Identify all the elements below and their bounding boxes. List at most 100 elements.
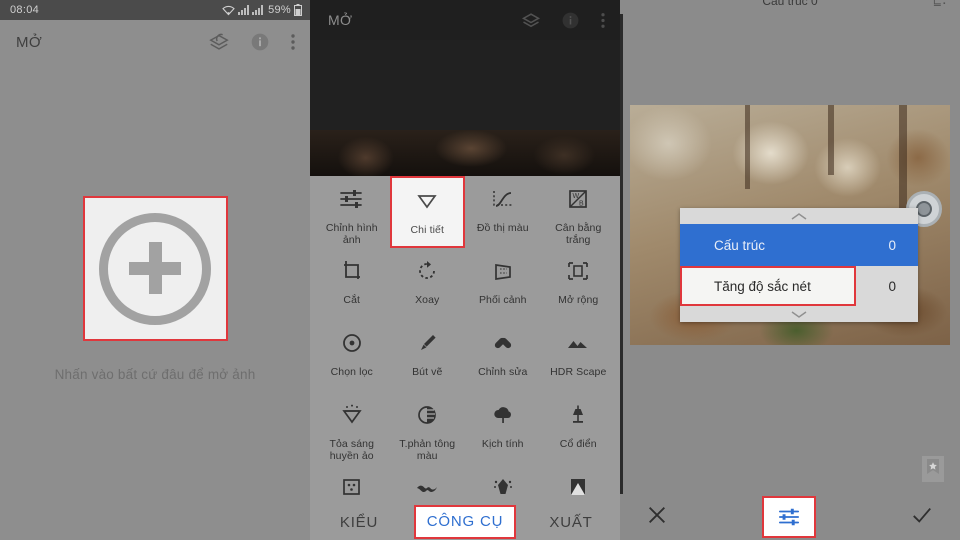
photo-detail-bar-1 [745,105,751,189]
tool-label: Bút vẽ [412,366,443,378]
tool-label: Chọn lọc [330,366,373,378]
selective-icon [339,328,365,358]
open-screen-body: Nhấn vào bất cứ đâu để mở ảnh [0,64,310,540]
tool-label: HDR Scape [550,366,607,378]
tool-cat[interactable]: Cắt [314,248,390,320]
three-panel-tutorial-screenshot: 08:04 59% MỞ Nhấn vào bất cứ đâu để mở ả… [0,0,960,540]
tool-label: Cân bằng trắng [555,222,602,247]
tool-can-bang-trang[interactable]: W B Cân bằng trắng [541,176,617,248]
detail-header-right-icon: ⊑⠄ [932,0,950,8]
tool-label: Đồ thị màu [476,222,529,234]
tool-nhieu-goc-nhin[interactable]: Nhiều góc nhìn [390,464,466,504]
tool-phoi-canh[interactable]: Phối cảnh [465,248,541,320]
tools-grid: Chỉnh hình ảnh Chi tiết Đồ thị màu W B C… [310,176,620,504]
glamour-glow-icon [339,400,365,430]
popup-row-cau-truc[interactable]: Cấu trúc 0 [680,224,918,266]
tool-diem-nhan[interactable]: Điểm nhấn [314,464,390,504]
info-icon[interactable] [561,11,580,30]
detail-lower-area [630,345,950,494]
tool-chinh-sua[interactable]: Chỉnh sửa [465,320,541,392]
bookmark-star-icon[interactable] [922,456,944,482]
tool-hdr-scape[interactable]: HDR Scape [541,320,617,392]
tool-label: Cắt [343,294,361,306]
app-bar-title-open: MỞ [16,33,43,51]
tool-toa-sang-huyen-ao[interactable]: Tỏa sáng huyền ảo [314,392,390,464]
drama-cloud-icon [490,400,516,430]
tool-den-trang[interactable]: Đen trắng [541,464,617,504]
adjust-sliders-button[interactable] [762,496,816,538]
tab-xuat[interactable]: XUẤT [522,514,620,531]
tonal-contrast-icon [414,400,440,430]
chevron-up-icon[interactable] [680,208,918,224]
battery-icon [294,4,302,16]
close-x-icon[interactable] [646,504,668,531]
svg-text:B: B [579,201,584,208]
tool-kich-tinh[interactable]: Kịch tính [465,392,541,464]
healing-icon [490,328,516,358]
detail-spacer [620,14,960,105]
panel-divider [620,0,623,540]
app-bar-tools: MỞ [310,0,620,40]
popup-row-tang-do-sac-net[interactable]: Tăng độ sắc nét [680,266,856,306]
tool-label: Mở rộng [558,294,599,306]
detail-parameter-popup: Cấu trúc 0 Tăng độ sắc nét 0 [680,208,918,322]
rotate-icon [414,256,440,286]
svg-text:W: W [573,193,580,200]
detail-header-strip: Cấu trúc 0 ⊑⠄ [620,0,960,14]
grainy-film-icon [339,472,365,502]
signal-bars-icon-1 [238,5,250,15]
overflow-menu-icon[interactable] [600,11,606,30]
sliders-icon [778,508,800,526]
layers-icon[interactable] [208,31,230,53]
check-icon[interactable] [910,504,934,531]
tool-label: Kịch tính [481,438,524,450]
sliders-icon [339,184,365,214]
open-hint-text: Nhấn vào bất cứ đâu để mở ảnh [54,367,256,382]
signal-bars-icon-2 [252,5,264,15]
tool-xoay[interactable]: Xoay [390,248,466,320]
expand-icon [565,256,591,286]
grunge-icon [490,472,516,502]
popup-row-value: 0 [888,237,896,253]
tool-label: Cổ điển [559,438,597,450]
curve-icon [490,184,516,214]
chevron-down-icon[interactable] [680,306,918,322]
tool-grunge[interactable]: Grunge [465,464,541,504]
tool-label: Chi tiết [410,224,444,236]
popup-row-label: Cấu trúc [714,237,766,253]
layers-icon[interactable] [521,10,541,30]
battery-percent-label: 59% [268,4,291,16]
detail-bottom-bar [620,494,960,540]
status-bar-time: 08:04 [10,4,40,16]
app-bar-open: MỞ [0,20,310,64]
photo-detail-bar-2 [828,105,835,175]
panel-tools-grid: MỞ Chỉnh hình ảnh Chi tiết Đồ thị màu W … [310,0,620,540]
mountain-icon [565,328,591,358]
popup-row-value: 0 [888,278,896,294]
white-balance-icon: W B [565,184,591,214]
triangle-down-icon [414,186,440,216]
tool-chi-tiet[interactable]: Chi tiết [389,176,465,248]
detail-photo-canvas[interactable]: Cấu trúc 0 Tăng độ sắc nét 0 [630,105,950,345]
vintage-lamp-icon [565,400,591,430]
tab-kieu[interactable]: KIỂU [310,514,408,531]
tool-chinh-hinh-anh[interactable]: Chỉnh hình ảnh [314,176,390,248]
tool-but-ve[interactable]: Bút vẽ [390,320,466,392]
plus-circle-icon [99,212,211,325]
black-white-icon [565,472,591,502]
tool-tphan-tong-mau[interactable]: T.phản tông màu [390,392,466,464]
tool-label: T.phản tông màu [399,438,456,463]
tool-co-dien[interactable]: Cổ điển [541,392,617,464]
status-bar: 08:04 59% [0,0,310,20]
tool-mo-rong[interactable]: Mở rộng [541,248,617,320]
tool-label: Phối cảnh [478,294,527,306]
overflow-menu-icon[interactable] [290,32,296,52]
app-bar-title-tools: MỞ [328,12,353,28]
info-icon[interactable] [250,32,270,52]
panel-open-screen: 08:04 59% MỞ Nhấn vào bất cứ đâu để mở ả… [0,0,310,540]
tab-cong-cu[interactable]: CÔNG CỤ [414,505,516,539]
tool-do-thi-mau[interactable]: Đồ thị màu [465,176,541,248]
tool-label: Tỏa sáng huyền ảo [329,438,375,463]
tool-chon-loc[interactable]: Chọn lọc [314,320,390,392]
add-photo-button[interactable] [82,196,228,341]
